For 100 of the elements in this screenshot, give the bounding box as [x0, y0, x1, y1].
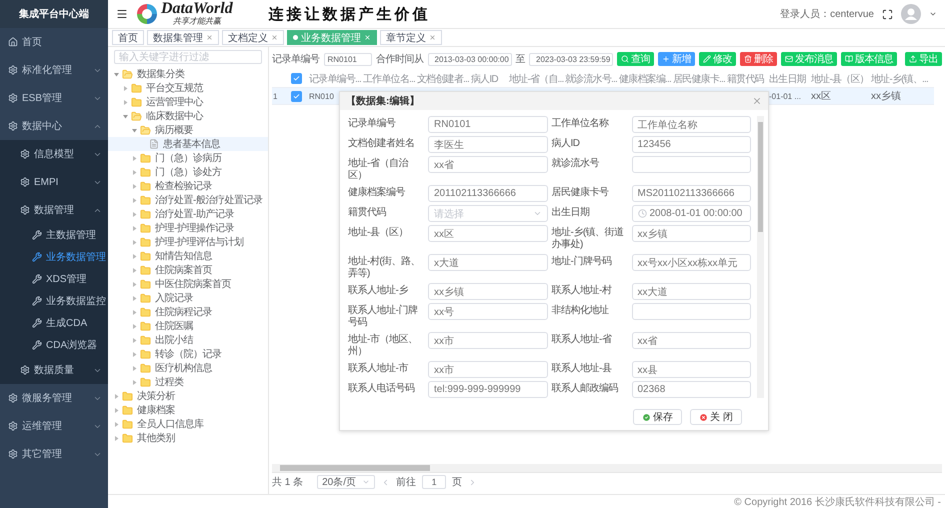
tree-item[interactable]: 住院病案首页	[108, 263, 268, 277]
sidebar-item[interactable]: 首页	[0, 28, 108, 56]
page-size-select[interactable]: 20条/页	[317, 475, 376, 489]
sidebar-item[interactable]: 业务数据管理	[0, 246, 108, 268]
checkbox[interactable]	[291, 90, 302, 102]
input-field[interactable]: xx大道	[632, 283, 751, 300]
column-header[interactable]: 工作单位名...	[363, 74, 415, 84]
column-header[interactable]: 地址-乡(镇、...	[871, 74, 928, 84]
caret-right-icon[interactable]	[132, 338, 136, 342]
tree-item[interactable]: 门（急）诊病历	[108, 151, 268, 165]
column-header[interactable]: 文档创建者...	[417, 74, 469, 84]
tree-item[interactable]: 患者基本信息	[108, 137, 268, 151]
caret-down-icon[interactable]	[122, 114, 128, 118]
avatar-icon[interactable]	[901, 4, 921, 24]
caret-down-icon[interactable]	[132, 128, 136, 132]
input-field[interactable]: xx县	[632, 361, 751, 378]
input-field[interactable]: RN0101	[428, 116, 548, 133]
sidebar-item[interactable]: 微服务管理	[0, 384, 108, 412]
sidebar-item[interactable]: CDA浏览器	[0, 334, 108, 356]
input-field[interactable]: 工作单位名称	[632, 116, 751, 133]
input-field[interactable]	[632, 303, 751, 320]
tab[interactable]: 章节定义	[380, 30, 442, 45]
caret-right-icon[interactable]	[132, 212, 136, 216]
fullscreen-icon[interactable]	[882, 8, 893, 20]
scrollbar[interactable]	[272, 464, 942, 472]
tree-item[interactable]: 出院小结	[108, 333, 268, 347]
caret-down-icon[interactable]	[114, 72, 118, 76]
input-field[interactable]: tel:999-999-999999	[428, 381, 548, 398]
tree-item[interactable]: 转诊（院）记录	[108, 347, 268, 361]
input-field[interactable]: xx号xx小区xx栋xx单元	[632, 254, 751, 271]
input-field[interactable]: MS201102113366666	[632, 185, 751, 202]
tree-item[interactable]: 平台交互规范	[108, 81, 268, 95]
input-field[interactable]: xx乡镇	[428, 283, 548, 300]
input-field[interactable]: xx区	[428, 225, 548, 242]
tree-item[interactable]: 治疗处置-助产记录	[108, 207, 268, 221]
page-input[interactable]: 1	[422, 475, 446, 489]
input-field[interactable]: 123456	[632, 136, 751, 153]
tree-item[interactable]: 数据集分类	[108, 67, 268, 81]
input-field[interactable]: 201102113366666	[428, 185, 548, 202]
search-field[interactable]: 输入关键字进行过滤	[114, 50, 262, 64]
tree-item[interactable]: 决策分析	[108, 389, 268, 403]
menu-icon[interactable]	[116, 8, 128, 20]
tree-item[interactable]: 知情告知信息	[108, 249, 268, 263]
caret-right-icon[interactable]	[132, 324, 136, 328]
tree-item[interactable]: 护理-护理操作记录	[108, 221, 268, 235]
tree-item[interactable]: 护理-护理评估与计划	[108, 235, 268, 249]
tree-item[interactable]: 中医住院病案首页	[108, 277, 268, 291]
caret-right-icon[interactable]	[132, 240, 136, 244]
caret-right-icon[interactable]	[132, 254, 136, 258]
date-field[interactable]: 2013-03-03 00:00:00	[428, 52, 512, 66]
sidebar-item[interactable]: 生成CDA	[0, 312, 108, 334]
tree-item[interactable]: 全员人口信息库	[108, 417, 268, 431]
input-field[interactable]	[632, 156, 751, 173]
close-button[interactable]: 关 闭	[690, 409, 742, 425]
tree-item[interactable]: 住院病程记录	[108, 305, 268, 319]
tab[interactable]: 数据集管理	[147, 30, 219, 45]
tree-item[interactable]: 检查检验记录	[108, 179, 268, 193]
caret-right-icon[interactable]	[132, 366, 136, 370]
scrollbar[interactable]	[757, 116, 764, 398]
input-field[interactable]: xx省	[632, 332, 751, 349]
input-field[interactable]: xx市	[428, 361, 548, 378]
sidebar-item[interactable]: 其它管理	[0, 440, 108, 468]
caret-right-icon[interactable]	[132, 198, 136, 202]
date-field[interactable]: 2023-03-03 23:59:59	[529, 52, 613, 66]
tree-item[interactable]: 病历概要	[108, 123, 268, 137]
column-header[interactable]: 病人ID	[471, 74, 498, 84]
action-button[interactable]: 删除	[740, 52, 777, 66]
tree-item[interactable]: 其他类别	[108, 431, 268, 445]
caret-right-icon[interactable]	[132, 156, 136, 160]
caret-right-icon[interactable]	[132, 282, 136, 286]
tab[interactable]: 文档定义	[222, 30, 284, 45]
sidebar-item[interactable]: EMPI	[0, 168, 108, 196]
tree-item[interactable]: 运营管理中心	[108, 95, 268, 109]
caret-right-icon[interactable]	[122, 86, 128, 90]
sidebar-item[interactable]: 标准化管理	[0, 56, 108, 84]
save-button[interactable]: 保存	[633, 409, 682, 425]
column-header[interactable]: 居民健康卡...	[673, 74, 725, 84]
tab[interactable]: 首页	[112, 30, 144, 45]
tree-item[interactable]: 治疗处置-般治疗处置记录	[108, 193, 268, 207]
caret-right-icon[interactable]	[132, 226, 136, 230]
caret-right-icon[interactable]	[114, 394, 118, 398]
column-header[interactable]: 健康档案编...	[619, 74, 671, 84]
sidebar-item[interactable]: 数据中心	[0, 112, 108, 140]
caret-right-icon[interactable]	[122, 100, 128, 104]
input-field[interactable]: xx市	[428, 332, 548, 349]
caret-right-icon[interactable]	[114, 422, 118, 426]
tree-item[interactable]: 门（急）诊处方	[108, 165, 268, 179]
input-field[interactable]: xx号	[428, 303, 548, 320]
caret-right-icon[interactable]	[114, 436, 118, 440]
caret-right-icon[interactable]	[132, 184, 136, 188]
date-field[interactable]: 2008-01-01 00:00:00	[632, 205, 751, 222]
column-header[interactable]: 出生日期	[769, 74, 806, 84]
tree-item[interactable]: 健康档案	[108, 403, 268, 417]
input-field[interactable]: xx乡镇	[632, 225, 751, 242]
sidebar-item[interactable]: ESB管理	[0, 84, 108, 112]
column-header[interactable]: 记录单编号...	[309, 74, 361, 84]
sidebar-item[interactable]: 数据管理	[0, 196, 108, 224]
sidebar-item[interactable]: 数据质量	[0, 356, 108, 384]
caret-right-icon[interactable]	[132, 296, 136, 300]
input-field[interactable]: 02368	[632, 381, 751, 398]
